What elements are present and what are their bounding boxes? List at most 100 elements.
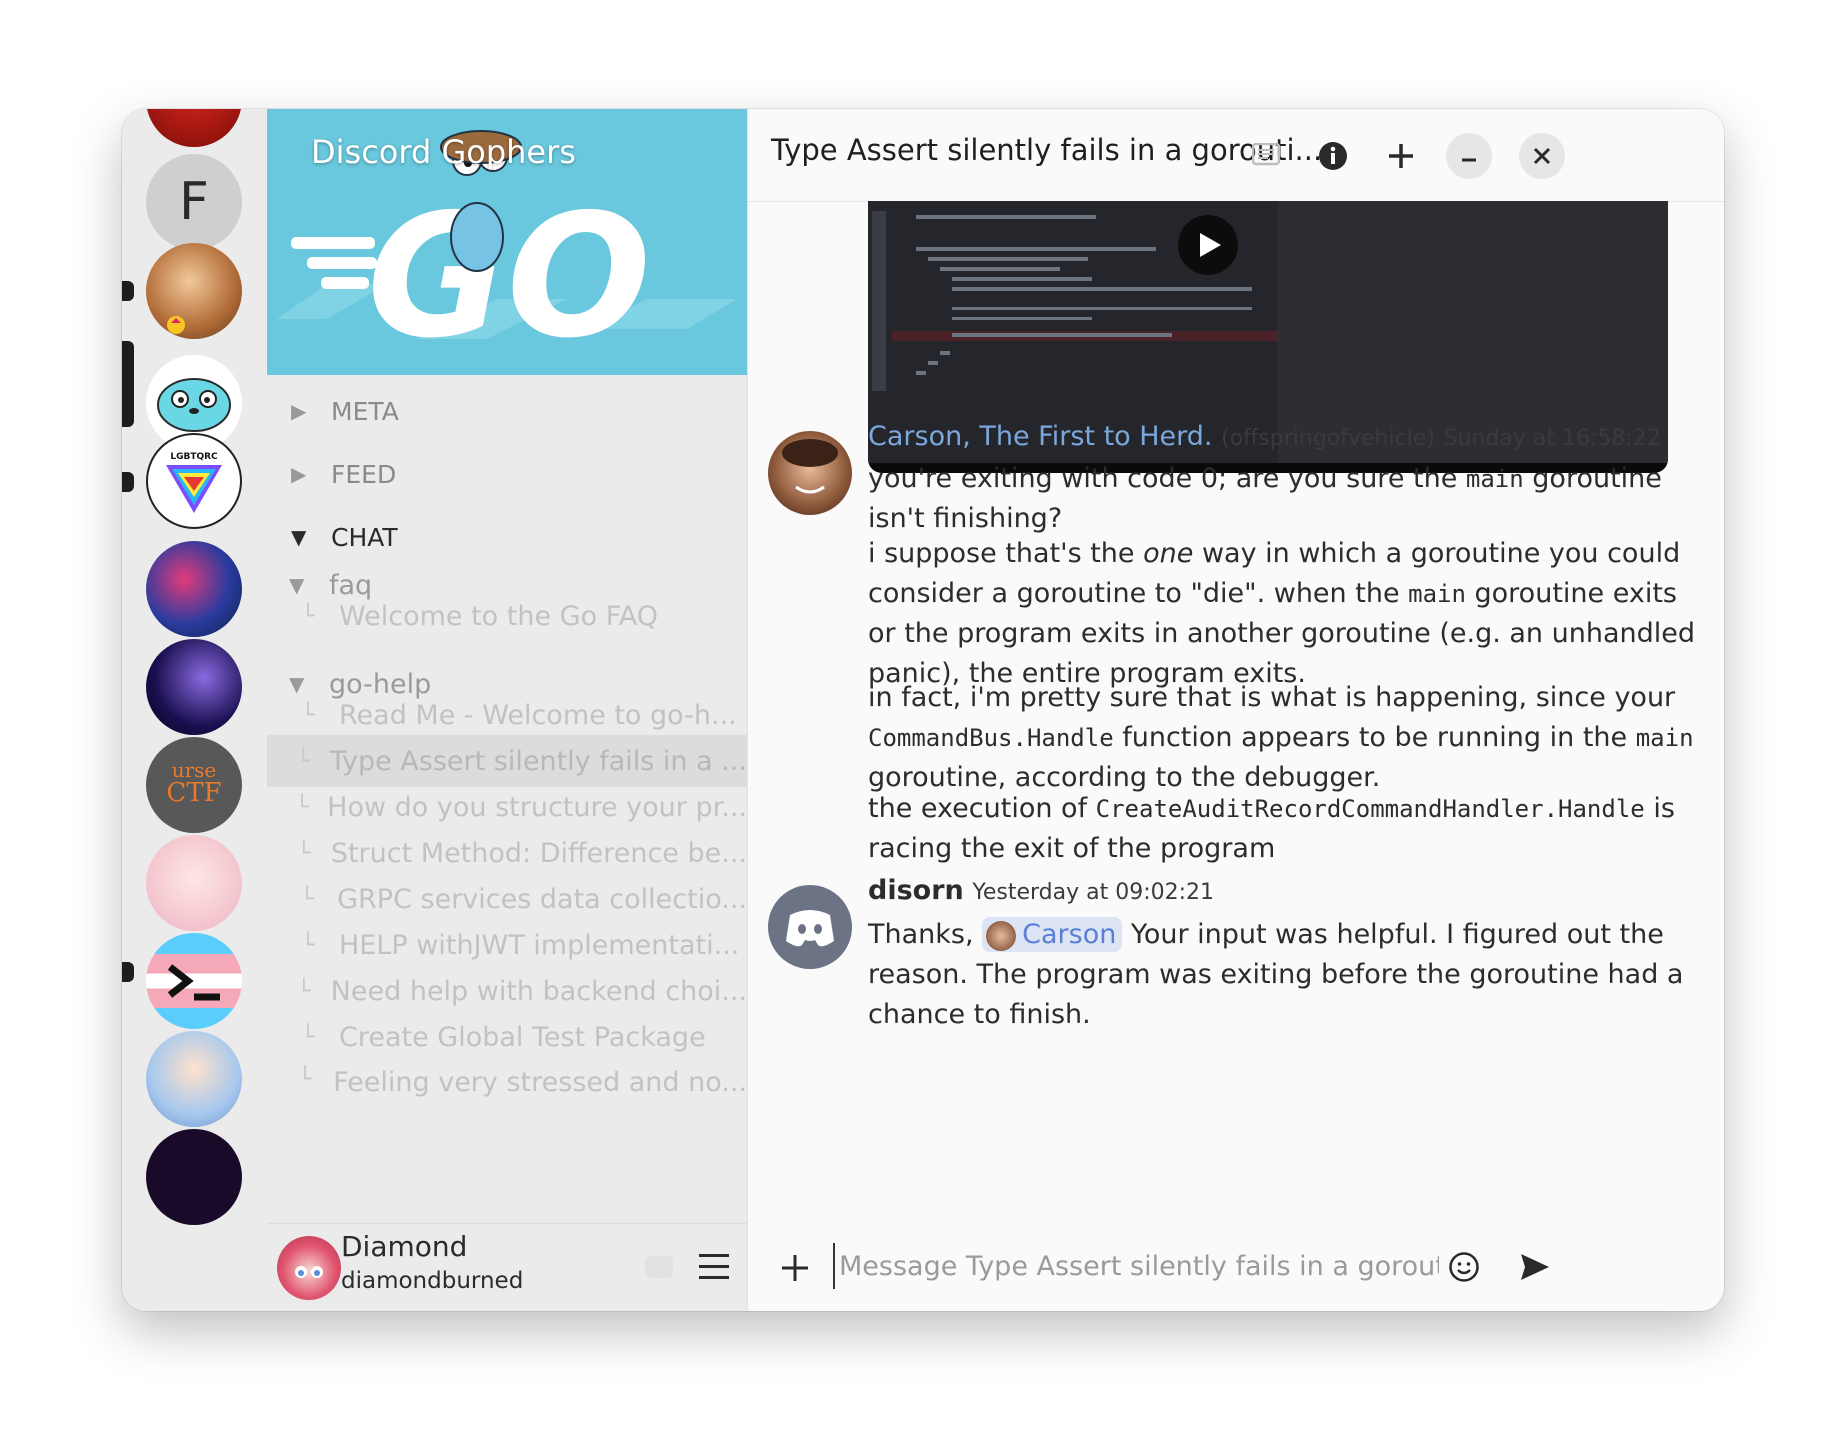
rainbow-triangle-icon: LGBTQRC — [166, 452, 222, 513]
minimize-icon — [1462, 158, 1476, 162]
message-paragraph: i suppose that's the one way in which a … — [868, 534, 1708, 694]
message-paragraph: in fact, i'm pretty sure that is what is… — [868, 678, 1708, 798]
app-window: F LGBTQRC urse CTF GO Discord Gophers ▶ … — [122, 109, 1724, 1311]
add-icon[interactable] — [1378, 133, 1424, 179]
message-header: disorn Yesterday at 09:02:21 — [868, 875, 1214, 906]
add-attachment-icon[interactable] — [780, 1253, 810, 1283]
avatar[interactable] — [277, 1236, 341, 1300]
carson-avatar-icon — [782, 439, 838, 494]
category-chat[interactable]: ▼ CHAT — [291, 517, 398, 557]
server-icon-cursedctf[interactable]: urse CTF — [146, 737, 242, 833]
chat-area: Type Assert silently fails in a gorouti.… — [747, 109, 1724, 1311]
svg-text:LGBTQRC: LGBTQRC — [170, 452, 218, 462]
category-label: CHAT — [331, 522, 398, 552]
message-paragraph: Thanks, Carson Your input was helpful. I… — [868, 915, 1708, 1035]
server-icon-girl[interactable] — [146, 1031, 242, 1127]
thread-item[interactable]: └ Read Me - Welcome to go-h... — [267, 689, 747, 741]
thread-label: Welcome to the Go FAQ — [339, 600, 658, 632]
mention-label: Carson — [1022, 919, 1117, 950]
thread-item[interactable]: └ How do you structure your pr... — [267, 781, 747, 833]
author-name[interactable]: Carson, The First to Herd. — [868, 421, 1213, 452]
info-icon[interactable] — [1310, 133, 1356, 179]
server-icon-f[interactable]: F — [146, 154, 242, 250]
server-icon-lgbtqrc[interactable]: LGBTQRC — [146, 433, 242, 529]
message-paragraph: the execution of CreateAuditRecordComman… — [868, 789, 1708, 869]
thread-branch-icon: └ — [298, 1067, 312, 1092]
status-chat-icon[interactable] — [645, 1256, 673, 1278]
selected-indicator — [122, 341, 134, 427]
user-mention[interactable]: Carson — [982, 917, 1123, 952]
close-button[interactable] — [1519, 133, 1565, 179]
server-icon-cyber[interactable] — [146, 541, 242, 637]
thread-branch-icon: └ — [301, 932, 315, 958]
inline-code: CreateAuditRecordCommandHandler.Handle — [1095, 795, 1645, 823]
message-timestamp: Sunday at 16:58:22 — [1443, 426, 1661, 451]
text-span: you're exiting with code 0; are you sure… — [868, 463, 1466, 494]
thread-branch-icon: └ — [296, 748, 310, 774]
thread-label: Type Assert silently fails in a ... — [329, 745, 747, 777]
server-icon-shiba[interactable] — [146, 243, 242, 339]
thread-item[interactable]: └ HELP withJWT implementati... — [267, 919, 747, 971]
thread-item[interactable]: └ Welcome to the Go FAQ — [267, 590, 747, 642]
mention-avatar — [986, 920, 1017, 951]
send-icon[interactable] — [1518, 1251, 1552, 1283]
thread-label: HELP withJWT implementati... — [339, 929, 740, 961]
server-banner[interactable]: GO Discord Gophers — [267, 109, 747, 375]
emphasis-text: one — [1143, 538, 1194, 569]
server-icon-red[interactable] — [146, 109, 242, 147]
thread-item[interactable]: └ Create Global Test Package — [267, 1011, 747, 1063]
text-span: Thanks, — [868, 919, 983, 950]
server-icon-partial[interactable] — [146, 1129, 242, 1225]
menu-icon[interactable] — [699, 1252, 729, 1279]
message-paragraph: you're exiting with code 0; are you sure… — [868, 459, 1708, 539]
user-display-name: Diamond — [341, 1230, 468, 1263]
thread-label: Feeling very stressed and no... — [333, 1067, 747, 1098]
message-timestamp: Yesterday at 09:02:21 — [972, 880, 1215, 905]
threads-list-icon[interactable] — [1243, 133, 1289, 179]
inline-code: main — [1465, 465, 1524, 493]
minimize-button[interactable] — [1446, 133, 1492, 179]
author-username: (offspringofvehicle) — [1221, 426, 1435, 451]
user-username: diamondburned — [341, 1268, 524, 1294]
inline-code: main — [1635, 724, 1694, 752]
thread-branch-icon: └ — [301, 1024, 315, 1050]
thread-label: Read Me - Welcome to go-h... — [339, 699, 737, 731]
unread-indicator — [122, 281, 134, 301]
server-icon-anime[interactable] — [146, 835, 242, 931]
author-name[interactable]: disorn — [868, 875, 964, 906]
close-icon — [1533, 147, 1551, 165]
thread-item[interactable]: └ Feeling very stressed and no... — [267, 1057, 747, 1099]
server-rail: F LGBTQRC urse CTF — [122, 109, 267, 1311]
user-bar: Diamond diamondburned — [267, 1223, 747, 1311]
text-span: the execution of — [868, 793, 1096, 824]
server-name: Discord Gophers — [311, 133, 576, 171]
thread-branch-icon: └ — [297, 978, 311, 1004]
thread-branch-icon: └ — [295, 794, 309, 820]
unread-indicator — [122, 962, 134, 982]
channel-panel: GO Discord Gophers ▶ META ▶ FEED ▼ CHAT … — [267, 109, 747, 1311]
server-icon-terminal[interactable] — [146, 933, 242, 1029]
emoji-icon[interactable] — [1448, 1251, 1480, 1283]
thread-branch-icon: └ — [301, 603, 315, 629]
thread-item[interactable]: └ GRPC services data collectio... — [267, 873, 747, 925]
inline-code: CommandBus.Handle — [868, 724, 1114, 752]
chevron-right-icon: ▶ — [291, 399, 307, 423]
category-meta[interactable]: ▶ META — [291, 391, 399, 431]
svg-text:CTF: CTF — [166, 778, 221, 808]
thread-label: Struct Method: Difference be... — [330, 837, 747, 869]
thread-item-selected[interactable]: └ Type Assert silently fails in a ... — [267, 735, 747, 787]
thread-label: How do you structure your pr... — [327, 791, 747, 823]
thread-item[interactable]: └ Struct Method: Difference be... — [267, 827, 747, 879]
text-span: i suppose that's the — [868, 538, 1144, 569]
chevron-down-icon: ▼ — [291, 525, 307, 549]
category-feed[interactable]: ▶ FEED — [291, 454, 396, 494]
avatar[interactable] — [768, 885, 852, 969]
thread-branch-icon: └ — [297, 840, 311, 866]
avatar[interactable] — [768, 431, 852, 515]
server-icon-night[interactable] — [146, 639, 242, 735]
thread-item[interactable]: └ Need help with backend choi... — [267, 965, 747, 1017]
discord-logo-icon — [786, 910, 834, 947]
thread-branch-icon: └ — [301, 702, 315, 728]
chat-header: Type Assert silently fails in a gorouti.… — [748, 109, 1724, 202]
message-input[interactable] — [833, 1243, 1441, 1289]
